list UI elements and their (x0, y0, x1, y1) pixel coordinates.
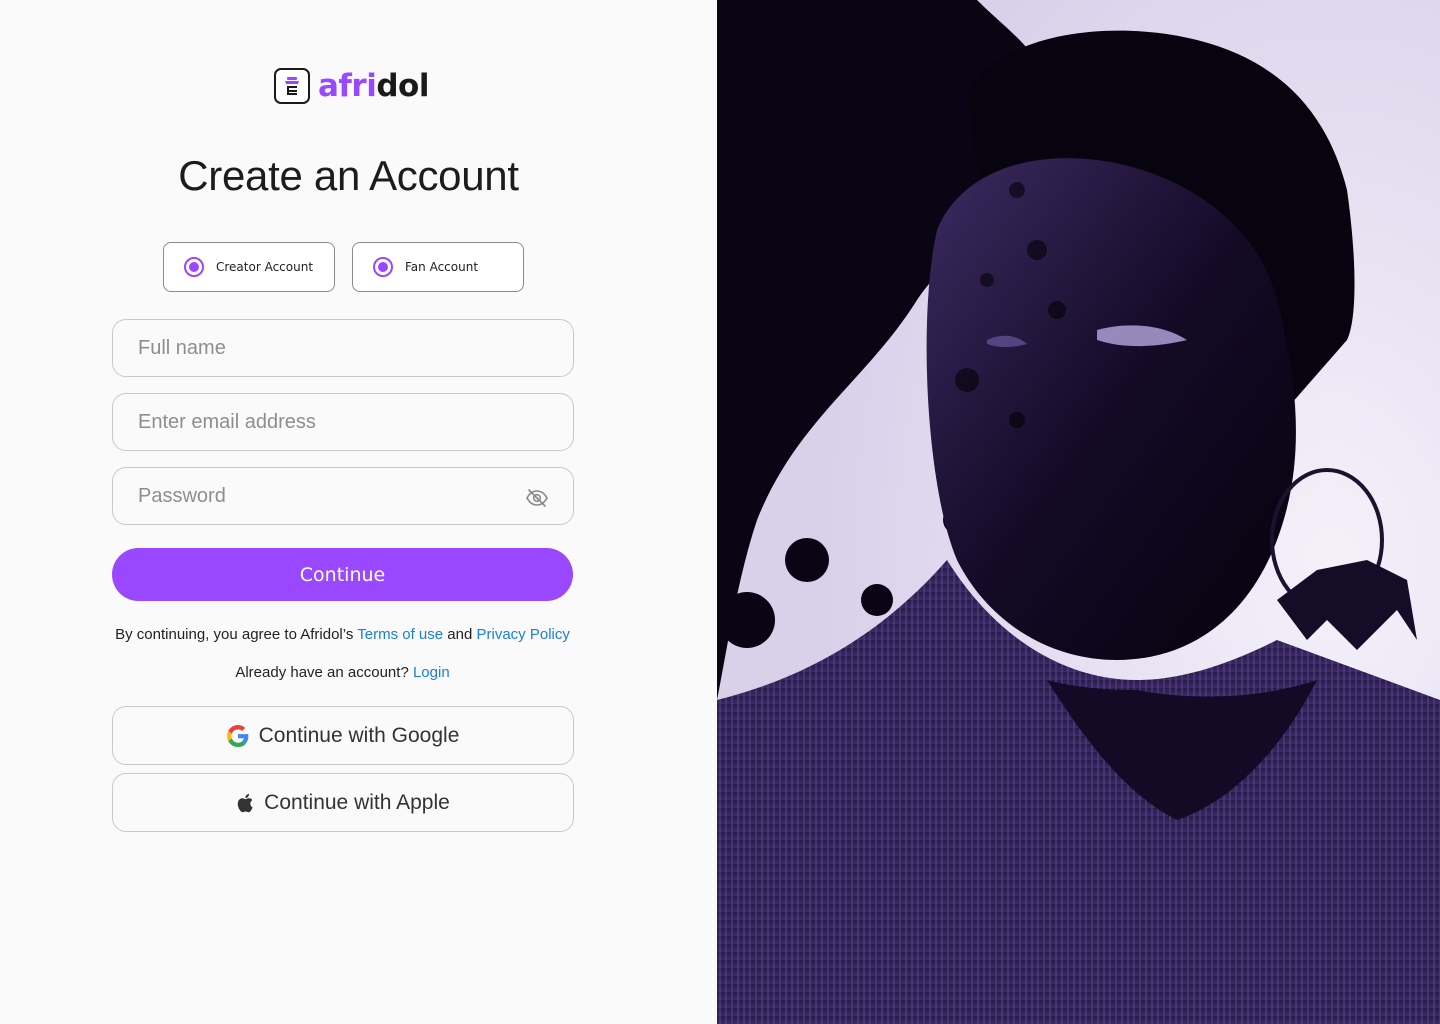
page-title: Create an Account (178, 152, 519, 199)
password-field-wrapper (112, 467, 574, 525)
fan-account-label: Fan Account (405, 260, 479, 274)
radio-icon[interactable] (184, 257, 204, 277)
login-link[interactable]: Login (413, 664, 450, 681)
creator-account-label: Creator Account (216, 260, 314, 274)
hero-portrait-image (717, 0, 1440, 1024)
apple-button[interactable]: Continue with Apple (112, 773, 574, 832)
fullname-field-wrapper (112, 319, 574, 377)
continue-button[interactable]: Continue (112, 548, 573, 601)
brand-wordmark: afridol (318, 67, 429, 104)
fullname-input[interactable] (113, 320, 573, 376)
brand-logo[interactable]: afridol (274, 67, 429, 105)
privacy-policy-link[interactable]: Privacy Policy (477, 626, 570, 643)
terms-text: By continuing, you agree to Afridol’s Te… (0, 626, 685, 643)
apple-button-label: Continue with Apple (264, 790, 450, 814)
terms-and: and (447, 626, 473, 643)
login-prompt-text: Already have an account? (235, 664, 409, 681)
email-field-wrapper (112, 393, 574, 451)
fan-account-option[interactable]: Fan Account (352, 242, 524, 292)
terms-of-use-link[interactable]: Terms of use (357, 626, 443, 643)
brand-name-part1: afri (318, 67, 377, 104)
google-button[interactable]: Continue with Google (112, 706, 574, 765)
password-input[interactable] (113, 468, 573, 524)
login-prompt: Already have an account? Login (0, 664, 685, 681)
signup-panel: afridol Create an Account Creator Accoun… (0, 0, 717, 1024)
google-button-label: Continue with Google (258, 723, 460, 747)
terms-prefix: By continuing, you agree to Afridol’s (115, 626, 354, 643)
eye-off-icon[interactable] (525, 486, 549, 510)
google-icon (226, 724, 248, 747)
email-input[interactable] (113, 394, 573, 450)
hero-image (717, 0, 1440, 1024)
brand-logo-icon (274, 68, 310, 104)
apple-icon (237, 793, 253, 812)
radio-icon[interactable] (373, 257, 393, 277)
creator-account-option[interactable]: Creator Account (163, 242, 335, 292)
brand-name-part2: dol (376, 67, 429, 104)
